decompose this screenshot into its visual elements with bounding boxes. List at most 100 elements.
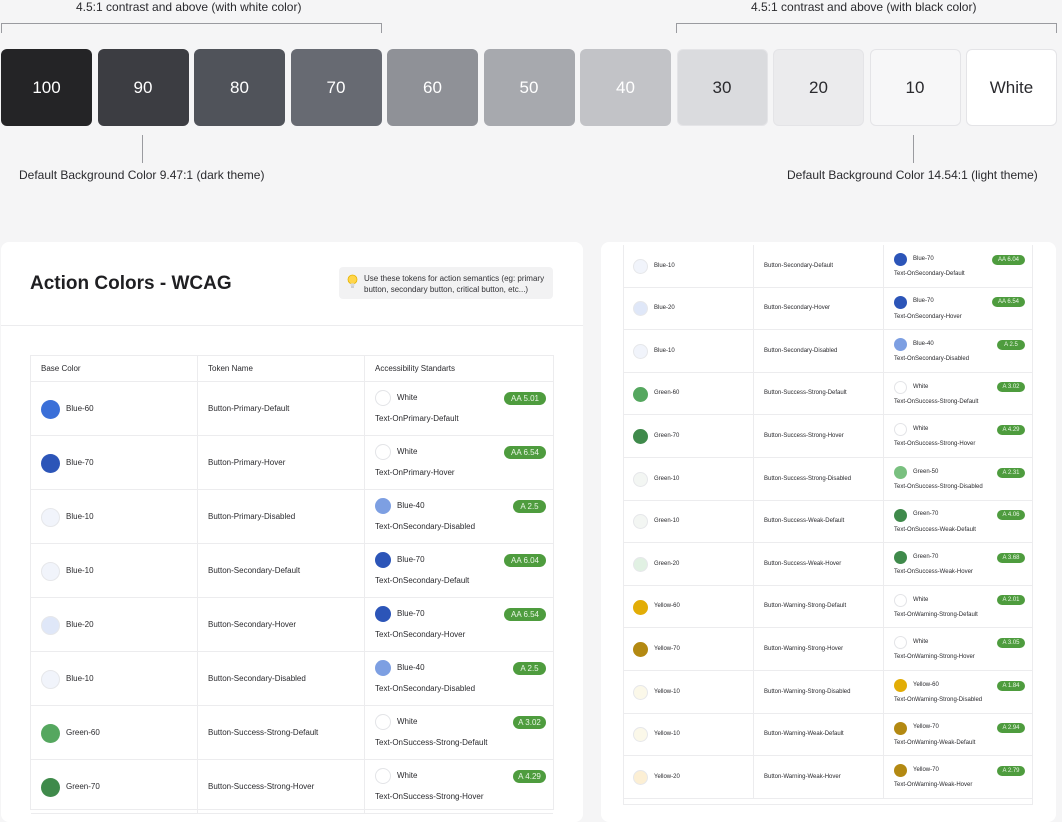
- token-name-cell: Button-Warning-Weak-Hover: [753, 756, 883, 798]
- contrast-badge: A 4.29: [513, 769, 546, 783]
- base-color-dot: [41, 399, 60, 419]
- token-name-cell: Button-Secondary-Disabled: [197, 652, 364, 705]
- base-color-dot: [41, 777, 60, 797]
- column-header: Base Color: [31, 356, 197, 381]
- text-color-dot: [894, 380, 907, 394]
- swatch-label: 10: [905, 77, 925, 97]
- text-role-token: Text-OnSecondary-Hover: [894, 313, 962, 320]
- swatch-label: 30: [712, 77, 732, 97]
- base-color-dot: [41, 615, 60, 635]
- token-name: Button-Success-Strong-Default: [764, 390, 847, 397]
- text-role-token: Text-OnSecondary-Default: [894, 271, 965, 277]
- accessibility-cell: Green-70 A 4.06 Text-OnSuccess-Weak-Defaul…: [883, 500, 1034, 543]
- contrast-badge: A 3.05: [997, 637, 1025, 648]
- accessibility-cell: Blue-70 AA 6.54 Text-OnSecondary-Hover: [364, 598, 555, 651]
- token-name: Button-Primary-Disabled: [208, 512, 296, 522]
- gray-swatch: 80: [194, 49, 285, 126]
- table-row: Green-10 Button-Success-Weak-Default Green…: [624, 500, 1034, 544]
- text-role-token: Text-OnSuccess-Strong-Disabled: [894, 484, 983, 490]
- gray-swatch: 70: [290, 49, 382, 126]
- accessibility-cell: White A 4.29 Text-OnSuccess-Strong-Hover: [883, 415, 1034, 457]
- text-color-dot: [894, 466, 907, 479]
- token-name: Button-Success-Strong-Default: [208, 728, 319, 738]
- text-color-name: Blue-40: [397, 663, 425, 673]
- gray-swatch: 100: [1, 49, 92, 126]
- accessibility-cell: Blue-40 A 2.5 Text-OnSecondary-Disabled: [364, 652, 555, 705]
- base-color-dot: [633, 258, 648, 274]
- base-color-cell: Blue-20: [624, 288, 753, 330]
- contrast-badge: A 2.5: [513, 499, 546, 513]
- accessibility-cell: Blue-70 AA 6.04 Text-OnSecondary-Default: [883, 245, 1034, 287]
- base-color-cell: Yellow-70: [624, 628, 753, 670]
- black-contrast-bracket: [676, 23, 1057, 33]
- base-color-name: Green-10: [654, 518, 680, 525]
- token-name: Button-Warning-Strong-Disabled: [764, 688, 851, 695]
- base-color-cell: Blue-20: [31, 598, 197, 651]
- table-row: Yellow-20 Button-Warning-Weak-Hover Yellow…: [624, 756, 1032, 799]
- column-header-label: Accessibility Standarts: [375, 364, 456, 373]
- text-color-dot: [375, 390, 391, 406]
- base-color-name: Green-10: [654, 475, 680, 482]
- card-divider: [1, 325, 583, 326]
- contrast-badge: A 2.5: [997, 339, 1025, 350]
- gray-swatch: 50: [483, 49, 575, 126]
- gray-swatch: 40: [580, 49, 671, 126]
- base-color-dot: [633, 343, 648, 359]
- swatch-label: 90: [133, 77, 153, 97]
- column-header-label: Token Name: [208, 364, 253, 373]
- base-color-cell: Yellow-60: [624, 586, 753, 628]
- accessibility-cell: Blue-70 AA 6.54 Text-OnSecondary-Hover: [883, 287, 1034, 330]
- left-token-table: Base Color Token Name Accessibility Standa…: [30, 355, 555, 814]
- table-row: Green-70 Button-Success-Strong-Hover White…: [624, 415, 1032, 458]
- token-name: Button-Success-Weak-Hover: [764, 560, 842, 567]
- base-color-cell: Blue-60: [31, 382, 197, 435]
- gray-swatch: 60: [387, 49, 478, 126]
- base-color-dot: [633, 599, 648, 615]
- text-role-token: Text-OnSuccess-Weak-Hover: [894, 569, 973, 576]
- token-name: Button-Warning-Weak-Hover: [764, 773, 841, 780]
- text-color-name: Blue-70: [913, 255, 934, 262]
- token-name: Button-Success-Strong-Hover: [764, 433, 844, 440]
- token-name-cell: Button-Secondary-Default: [197, 544, 364, 597]
- token-name-cell: Button-Secondary-Default: [753, 245, 883, 287]
- contrast-badge: AA 6.54: [504, 445, 546, 459]
- token-name: Button-Secondary-Hover: [208, 620, 297, 630]
- gray-swatch: 20: [773, 49, 864, 126]
- base-color-cell: Green-70: [624, 415, 753, 457]
- base-color-dot: [633, 556, 648, 572]
- token-name: Button-Secondary-Hover: [764, 305, 831, 312]
- table-row: Green-70 Button-Success-Strong-Hover White…: [31, 760, 553, 814]
- base-color-cell: Green-10: [624, 458, 753, 500]
- text-color-dot: [894, 551, 907, 565]
- tip-text: Use these tokens for action semantics (e…: [364, 274, 545, 294]
- text-color-dot: [894, 721, 907, 735]
- base-color-name: Yellow-70: [654, 646, 680, 653]
- accessibility-cell: Green-70 A 3.68 Text-OnSuccess-Weak-Hover: [883, 543, 1034, 585]
- token-name-cell: Button-Warning-Strong-Disabled: [753, 671, 883, 713]
- text-color-name: White: [913, 596, 929, 603]
- token-name-cell: Button-Success-Weak-Default: [753, 500, 883, 543]
- base-color-dot: [633, 642, 648, 658]
- token-name-cell: Button-Secondary-Disabled: [753, 330, 883, 372]
- base-color-cell: Green-10: [624, 501, 753, 543]
- token-name-cell: Button-Success-Strong-Hover: [197, 760, 364, 813]
- text-color-name: White: [397, 447, 418, 457]
- table-row: Blue-10 Button-Secondary-Disabled Blue-40 A…: [31, 652, 553, 706]
- base-color-cell: Green-70: [31, 760, 197, 813]
- gray-swatch: White: [966, 49, 1057, 126]
- accessibility-cell: White AA 5.01 Text-OnPrimary-Default: [364, 382, 555, 435]
- text-role-token: Text-OnSuccess-Weak-Default: [894, 526, 976, 533]
- contrast-badge: AA 6.54: [992, 297, 1025, 308]
- text-color-dot: [894, 593, 907, 607]
- accessibility-cell: Blue-40 A 2.5 Text-OnSecondary-Disabled: [883, 330, 1034, 372]
- base-color-name: Green-60: [654, 390, 680, 397]
- column-header-label: Base Color: [41, 364, 81, 373]
- text-role-token: Text-OnPrimary-Default: [375, 414, 459, 423]
- text-color-dot: [375, 660, 391, 676]
- text-color-dot: [894, 764, 907, 778]
- accessibility-cell: Yellow-60 A 1.84 Text-OnWarning-Strong-Dis…: [883, 671, 1034, 713]
- text-role-token: Text-OnWarning-Weak-Default: [894, 739, 976, 746]
- token-name-cell: Button-Primary-Disabled: [197, 490, 364, 543]
- base-color-name: Blue-60: [66, 404, 94, 414]
- table-row: Blue-20 Button-Secondary-Hover Blue-70 AA 6…: [624, 287, 1034, 331]
